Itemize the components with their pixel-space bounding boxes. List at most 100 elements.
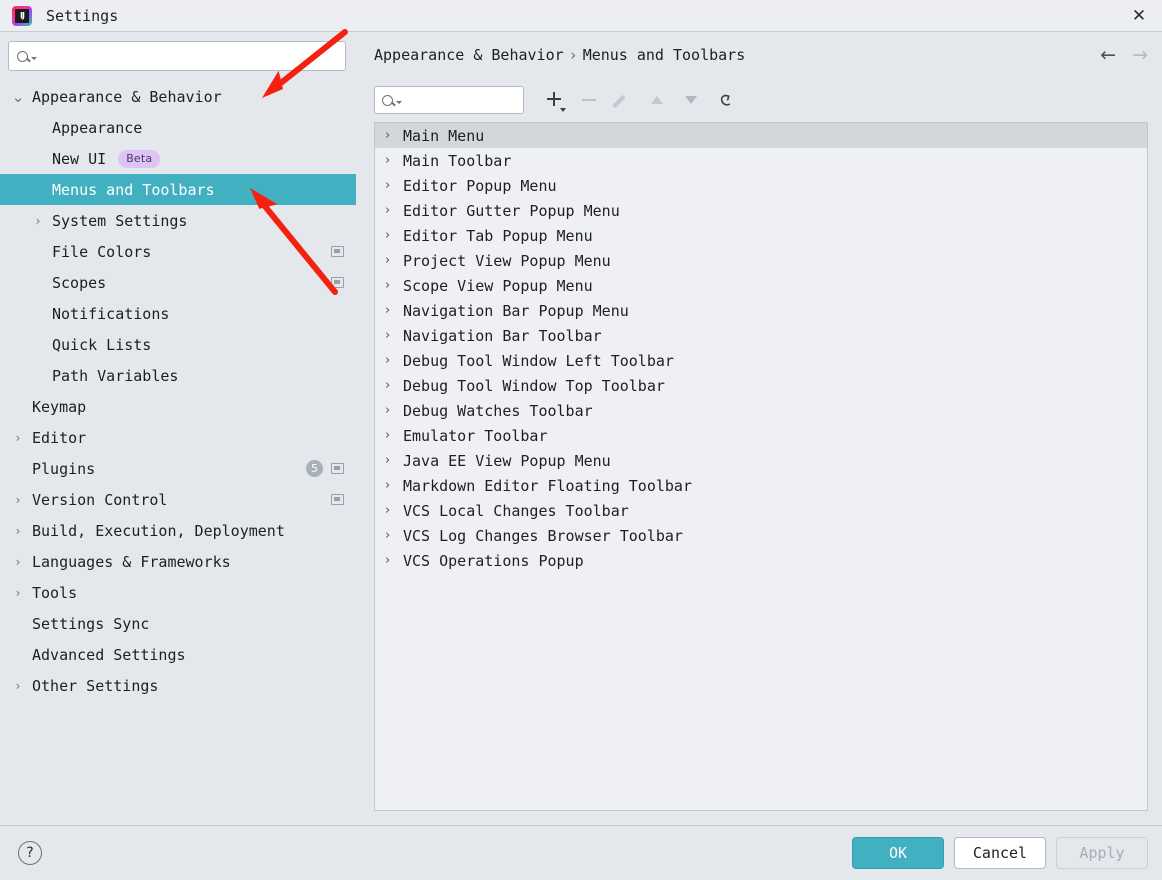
sidebar-search-box[interactable]	[8, 41, 346, 71]
chevron-right-icon[interactable]: ›	[385, 428, 403, 443]
chevron-down-icon[interactable]: ⌄	[10, 89, 26, 104]
sidebar-item-quick-lists[interactable]: ›Quick Lists	[0, 329, 356, 360]
add-button[interactable]	[538, 85, 572, 115]
list-item[interactable]: › Navigation Bar Toolbar	[375, 323, 1147, 348]
chevron-right-icon[interactable]: ›	[385, 153, 403, 168]
sidebar-item-appearance-behavior[interactable]: ⌄ Appearance & Behavior	[0, 81, 356, 112]
chevron-right-icon[interactable]: ›	[385, 203, 403, 218]
chevron-right-icon[interactable]: ›	[385, 403, 403, 418]
chevron-right-icon[interactable]: ›	[385, 453, 403, 468]
chevron-right-icon[interactable]: ›	[385, 253, 403, 268]
list-item[interactable]: › VCS Local Changes Toolbar	[375, 498, 1147, 523]
chevron-right-icon[interactable]: ›	[10, 493, 26, 507]
sidebar-item-plugins[interactable]: ›Plugins5	[0, 453, 356, 484]
sidebar-item-system-settings[interactable]: › System Settings	[0, 205, 356, 236]
sidebar-item-label: Build, Execution, Deployment	[32, 521, 285, 540]
sidebar-item-indicators	[331, 246, 344, 257]
ok-button[interactable]: OK	[852, 837, 944, 869]
sidebar-item-label: Appearance	[52, 118, 143, 137]
list-item[interactable]: › Java EE View Popup Menu	[375, 448, 1147, 473]
list-item-label: Navigation Bar Toolbar	[403, 326, 602, 345]
chevron-right-icon[interactable]: ›	[385, 178, 403, 193]
list-item-label: Project View Popup Menu	[403, 251, 611, 270]
sidebar-item-indicators: 5	[306, 460, 344, 477]
minus-icon	[582, 99, 596, 101]
menus-toolbars-list[interactable]: › Main Menu › Main Toolbar › Editor Popup Men…	[374, 122, 1148, 811]
list-item[interactable]: › Editor Popup Menu	[375, 173, 1147, 198]
sidebar-item-notifications[interactable]: ›Notifications	[0, 298, 356, 329]
list-item[interactable]: › VCS Log Changes Browser Toolbar	[375, 523, 1147, 548]
footer-buttons: OK Cancel Apply	[852, 837, 1148, 869]
remove-button[interactable]	[572, 85, 606, 115]
list-item[interactable]: › Main Menu	[375, 123, 1147, 148]
sidebar-item-label: Appearance & Behavior	[32, 87, 222, 106]
list-item[interactable]: › Emulator Toolbar	[375, 423, 1147, 448]
list-item[interactable]: › Debug Tool Window Top Toolbar	[375, 373, 1147, 398]
chevron-right-icon[interactable]: ›	[385, 528, 403, 543]
sidebar-item-scopes[interactable]: ›Scopes	[0, 267, 356, 298]
sidebar-item-menus-and-toolbars[interactable]: ›Menus and Toolbars	[0, 174, 356, 205]
sidebar-item-editor[interactable]: › Editor	[0, 422, 356, 453]
list-item[interactable]: › Markdown Editor Floating Toolbar	[375, 473, 1147, 498]
close-icon[interactable]: ✕	[1116, 0, 1162, 31]
move-up-button[interactable]	[640, 85, 674, 115]
sidebar-item-settings-sync[interactable]: ›Settings Sync	[0, 608, 356, 639]
breadcrumb-separator: ›	[568, 46, 578, 64]
chevron-right-icon[interactable]: ›	[385, 353, 403, 368]
sidebar-search-container	[0, 32, 356, 79]
triangle-up-icon	[651, 96, 663, 104]
list-item[interactable]: › Editor Gutter Popup Menu	[375, 198, 1147, 223]
chevron-down-icon	[560, 108, 566, 112]
move-down-button[interactable]	[674, 85, 708, 115]
breadcrumb-root[interactable]: Appearance & Behavior	[374, 46, 564, 64]
chevron-right-icon[interactable]: ›	[10, 524, 26, 538]
help-button[interactable]: ?	[18, 841, 42, 865]
sidebar-item-tools[interactable]: › Tools	[0, 577, 356, 608]
list-item[interactable]: › Scope View Popup Menu	[375, 273, 1147, 298]
chevron-right-icon[interactable]: ›	[10, 555, 26, 569]
sidebar-item-languages-frameworks[interactable]: › Languages & Frameworks	[0, 546, 356, 577]
apply-button[interactable]: Apply	[1056, 837, 1148, 869]
sidebar-item-appearance[interactable]: ›Appearance	[0, 112, 356, 143]
chevron-right-icon[interactable]: ›	[385, 478, 403, 493]
sidebar-item-keymap[interactable]: ›Keymap	[0, 391, 356, 422]
edit-button[interactable]	[606, 85, 640, 115]
chevron-right-icon[interactable]: ›	[10, 586, 26, 600]
list-item[interactable]: › Debug Watches Toolbar	[375, 398, 1147, 423]
list-item[interactable]: › Editor Tab Popup Menu	[375, 223, 1147, 248]
restore-button[interactable]	[708, 85, 742, 115]
chevron-right-icon[interactable]: ›	[385, 303, 403, 318]
sidebar-item-advanced-settings[interactable]: ›Advanced Settings	[0, 639, 356, 670]
list-search-box[interactable]	[374, 86, 575, 114]
sidebar-item-label: Quick Lists	[52, 335, 152, 354]
sidebar-item-version-control[interactable]: › Version Control	[0, 484, 356, 515]
sidebar-item-file-colors[interactable]: ›File Colors	[0, 236, 356, 267]
sidebar-item-other-settings[interactable]: › Other Settings	[0, 670, 356, 701]
arrow-right-icon[interactable]: →	[1132, 45, 1148, 65]
chevron-right-icon[interactable]: ›	[10, 431, 26, 445]
chevron-right-icon[interactable]: ›	[30, 214, 46, 228]
chevron-right-icon[interactable]: ›	[385, 378, 403, 393]
chevron-right-icon[interactable]: ›	[385, 128, 403, 143]
breadcrumb-leaf: Menus and Toolbars	[582, 46, 746, 64]
sidebar-item-label: Keymap	[32, 397, 87, 416]
chevron-right-icon[interactable]: ›	[385, 228, 403, 243]
chevron-right-icon[interactable]: ›	[10, 679, 26, 693]
chevron-right-icon[interactable]: ›	[385, 503, 403, 518]
list-item[interactable]: › Debug Tool Window Left Toolbar	[375, 348, 1147, 373]
list-item[interactable]: › Project View Popup Menu	[375, 248, 1147, 273]
list-item[interactable]: › Main Toolbar	[375, 148, 1147, 173]
sidebar-item-build-execution-deployment[interactable]: › Build, Execution, Deployment	[0, 515, 356, 546]
list-item[interactable]: › VCS Operations Popup	[375, 548, 1147, 573]
cancel-button[interactable]: Cancel	[954, 837, 1046, 869]
list-item[interactable]: › Navigation Bar Popup Menu	[375, 298, 1147, 323]
nav-arrows: ← →	[1100, 45, 1148, 65]
chevron-right-icon[interactable]: ›	[385, 328, 403, 343]
sidebar-item-new-ui[interactable]: ›New UIBeta	[0, 143, 356, 174]
pencil-icon	[616, 93, 631, 108]
chevron-right-icon[interactable]: ›	[385, 278, 403, 293]
search-input[interactable]	[37, 42, 345, 70]
arrow-left-icon[interactable]: ←	[1100, 45, 1116, 65]
sidebar-item-path-variables[interactable]: ›Path Variables	[0, 360, 356, 391]
chevron-right-icon[interactable]: ›	[385, 553, 403, 568]
